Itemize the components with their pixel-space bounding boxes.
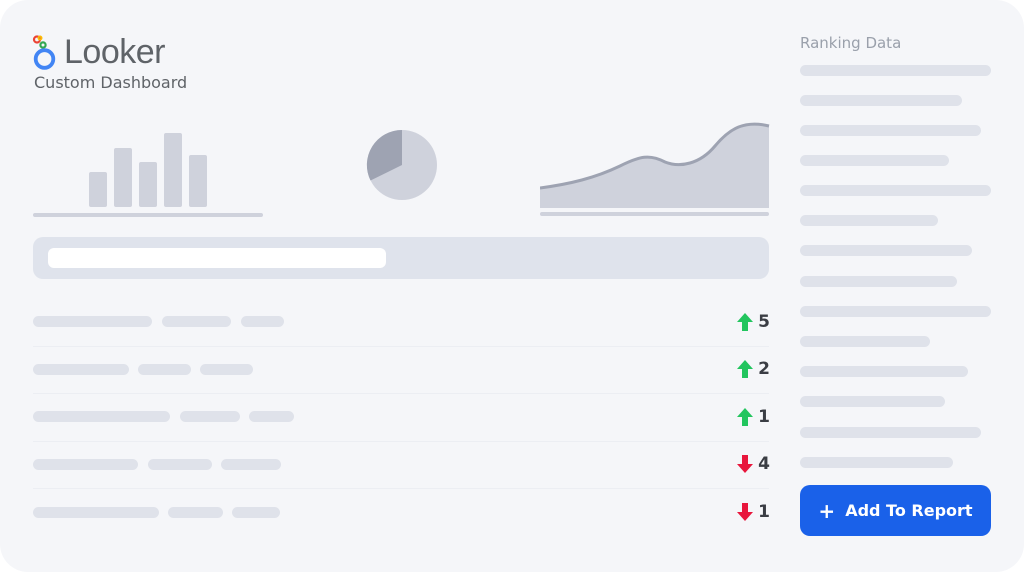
brand-name: Looker (64, 33, 165, 71)
list-item[interactable] (800, 336, 930, 347)
row-cell (33, 459, 138, 470)
arrow-up-icon (737, 313, 754, 331)
row-cell (33, 507, 159, 518)
bar-3 (139, 162, 157, 207)
divider (33, 393, 769, 394)
row-cell (148, 459, 212, 470)
row-cell (232, 507, 280, 518)
sidebar-title: Ranking Data (800, 34, 902, 52)
bar-chart-baseline (33, 213, 263, 217)
row-cell (138, 364, 191, 375)
list-item[interactable] (800, 185, 991, 196)
arrow-down-icon (737, 503, 754, 521)
bar-5 (189, 155, 207, 207)
divider (33, 488, 769, 489)
add-to-report-button[interactable]: + Add To Report (800, 485, 991, 536)
row-cell (168, 507, 223, 518)
row-cell (180, 411, 240, 422)
rank-change: 4 (710, 452, 770, 476)
rank-value: 4 (758, 454, 770, 474)
divider (33, 441, 769, 442)
list-item[interactable] (800, 245, 972, 256)
list-item[interactable] (800, 95, 962, 106)
row-cell (200, 364, 253, 375)
pie-chart-placeholder (366, 129, 437, 200)
arrow-down-icon (737, 455, 754, 473)
rank-value: 1 (758, 502, 770, 522)
list-item[interactable] (800, 306, 991, 317)
list-item[interactable] (800, 155, 949, 166)
area-chart-placeholder (540, 122, 770, 216)
list-item[interactable] (800, 366, 968, 377)
rank-value: 5 (758, 312, 770, 332)
bar-2 (114, 148, 132, 207)
row-cell (249, 411, 294, 422)
add-to-report-label: Add To Report (845, 501, 973, 520)
rank-change: 2 (710, 357, 770, 381)
row-cell (241, 316, 284, 327)
rank-value: 2 (758, 359, 770, 379)
arrow-up-icon (737, 360, 754, 378)
list-item[interactable] (800, 276, 957, 287)
list-item[interactable] (800, 215, 938, 226)
bar-4 (164, 133, 182, 207)
row-cell (33, 411, 170, 422)
plus-icon: + (818, 498, 836, 523)
list-item[interactable] (800, 396, 945, 407)
row-cell (33, 316, 152, 327)
row-cell (33, 364, 129, 375)
rank-change: 1 (710, 500, 770, 524)
row-cell (221, 459, 281, 470)
rank-change: 1 (710, 405, 770, 429)
arrow-up-icon (737, 408, 754, 426)
brand-subtitle: Custom Dashboard (34, 73, 188, 92)
search-input[interactable] (48, 248, 386, 268)
list-item[interactable] (800, 65, 991, 76)
list-item[interactable] (800, 457, 953, 468)
rank-value: 1 (758, 407, 770, 427)
list-item[interactable] (800, 125, 981, 136)
rank-change: 5 (710, 310, 770, 334)
list-item[interactable] (800, 427, 981, 438)
looker-logo-icon (32, 35, 56, 70)
row-cell (162, 316, 231, 327)
bar-1 (89, 172, 107, 207)
dashboard-card: Looker Custom Dashboard 5 2 1 4 1 Rankin… (0, 0, 1024, 572)
divider (33, 346, 769, 347)
